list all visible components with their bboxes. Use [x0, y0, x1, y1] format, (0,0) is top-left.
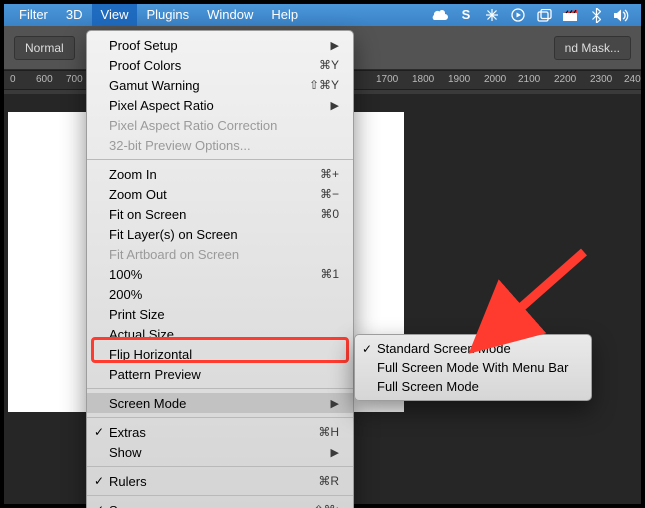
menu-item-100[interactable]: 100%⌘1: [87, 264, 353, 284]
menu-separator: [87, 388, 353, 389]
menu-filter[interactable]: Filter: [10, 4, 57, 26]
screen-mode-submenu: Standard Screen Mode Full Screen Mode Wi…: [354, 334, 592, 401]
submenu-item-fullscreen[interactable]: Full Screen Mode: [355, 377, 591, 396]
submenu-arrow-icon: ▶: [331, 397, 339, 410]
macos-menubar: Filter 3D View Plugins Window Help S: [4, 4, 641, 26]
submenu-arrow-icon: ▶: [331, 99, 339, 112]
submenu-item-fullscreen-menubar[interactable]: Full Screen Mode With Menu Bar: [355, 358, 591, 377]
menu-item-proof-colors[interactable]: Proof Colors⌘Y: [87, 55, 353, 75]
app-frame: Filter 3D View Plugins Window Help S: [0, 0, 645, 508]
menu-separator: [87, 466, 353, 467]
submenu-arrow-icon: ▶: [331, 446, 339, 459]
menu-item-fit-on-screen[interactable]: Fit on Screen⌘0: [87, 204, 353, 224]
menu-window[interactable]: Window: [198, 4, 262, 26]
menu-view[interactable]: View: [92, 4, 138, 26]
menu-item-par-correction: Pixel Aspect Ratio Correction: [87, 115, 353, 135]
menu-item-snap[interactable]: Snap⇧⌘;: [87, 500, 353, 508]
clapperboard-icon[interactable]: [557, 4, 583, 26]
menu-item-rulers[interactable]: Rulers⌘R: [87, 471, 353, 491]
menu-item-extras[interactable]: Extras⌘H: [87, 422, 353, 442]
ruler-tick: 600: [36, 74, 53, 85]
menu-item-pixel-aspect-ratio[interactable]: Pixel Aspect Ratio▶: [87, 95, 353, 115]
ruler-tick: 1900: [448, 74, 470, 85]
svg-text:S: S: [462, 8, 471, 22]
play-circle-icon[interactable]: [505, 4, 531, 26]
cloud-icon[interactable]: [427, 4, 453, 26]
ruler-tick: 1700: [376, 74, 398, 85]
view-menu-dropdown: Proof Setup▶ Proof Colors⌘Y Gamut Warnin…: [86, 30, 354, 508]
menu-3d[interactable]: 3D: [57, 4, 92, 26]
s-icon[interactable]: S: [453, 4, 479, 26]
menu-item-pattern-preview[interactable]: Pattern Preview: [87, 364, 353, 384]
menu-item-fit-artboard: Fit Artboard on Screen: [87, 244, 353, 264]
menu-item-screen-mode[interactable]: Screen Mode▶: [87, 393, 353, 413]
menu-item-print-size[interactable]: Print Size: [87, 304, 353, 324]
select-and-mask-button[interactable]: nd Mask...: [554, 36, 631, 60]
blend-mode-select[interactable]: Normal: [14, 36, 75, 60]
menu-item-zoom-out[interactable]: Zoom Out⌘−: [87, 184, 353, 204]
ruler-tick: 1800: [412, 74, 434, 85]
menu-item-actual-size[interactable]: Actual Size: [87, 324, 353, 344]
menu-item-200[interactable]: 200%: [87, 284, 353, 304]
ruler-tick: 2100: [518, 74, 540, 85]
ruler-tick: 700: [66, 74, 83, 85]
ruler-tick: 2200: [554, 74, 576, 85]
bluetooth-icon[interactable]: [583, 4, 609, 26]
snowflake-icon[interactable]: [479, 4, 505, 26]
menu-item-fit-layers[interactable]: Fit Layer(s) on Screen: [87, 224, 353, 244]
menu-help[interactable]: Help: [262, 4, 307, 26]
volume-icon[interactable]: [609, 4, 635, 26]
submenu-arrow-icon: ▶: [331, 39, 339, 52]
menu-item-gamut-warning[interactable]: Gamut Warning⇧⌘Y: [87, 75, 353, 95]
menu-plugins[interactable]: Plugins: [137, 4, 198, 26]
menu-item-proof-setup[interactable]: Proof Setup▶: [87, 35, 353, 55]
submenu-item-standard[interactable]: Standard Screen Mode: [355, 339, 591, 358]
ruler-tick: 2000: [484, 74, 506, 85]
menu-separator: [87, 159, 353, 160]
ruler-tick: 2400: [624, 74, 641, 85]
menu-separator: [87, 495, 353, 496]
ruler-tick: 2300: [590, 74, 612, 85]
menu-item-flip-horizontal[interactable]: Flip Horizontal: [87, 344, 353, 364]
menu-item-show[interactable]: Show▶: [87, 442, 353, 462]
ruler-tick: 0: [10, 74, 16, 85]
menu-separator: [87, 417, 353, 418]
menu-item-32bit-preview: 32-bit Preview Options...: [87, 135, 353, 155]
menu-item-zoom-in[interactable]: Zoom In⌘+: [87, 164, 353, 184]
windows-icon[interactable]: [531, 4, 557, 26]
